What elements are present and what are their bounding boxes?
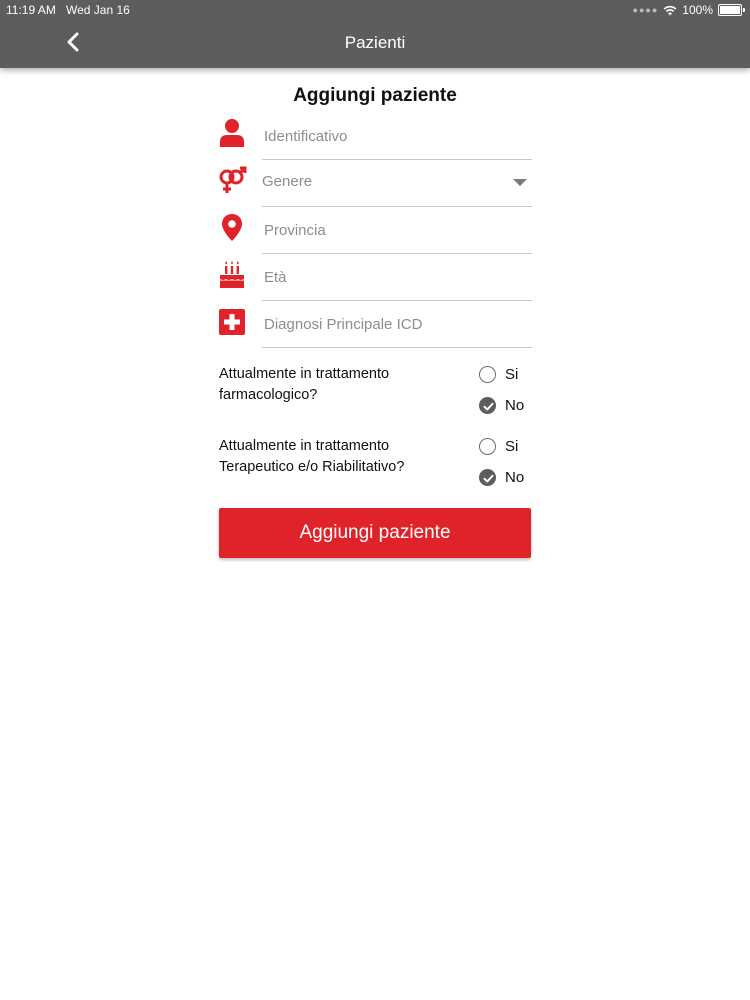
radio-therapeutic-si[interactable]: Si bbox=[479, 435, 518, 457]
gender-select[interactable]: Genere bbox=[262, 161, 532, 207]
add-patient-button[interactable]: Aggiungi paziente bbox=[219, 508, 531, 558]
diagnosis-input-wrap bbox=[262, 302, 532, 348]
gender-select-value: Genere bbox=[262, 173, 313, 190]
cellular-signal-icon: ●●●● bbox=[632, 5, 659, 15]
radio-label: Si bbox=[505, 437, 519, 455]
province-input[interactable] bbox=[262, 218, 526, 242]
navigation-bar: 11:19 AM Wed Jan 16 ●●●● 100% Pazienti bbox=[0, 0, 750, 68]
medical-cross-icon bbox=[219, 309, 245, 335]
radio-unchecked-icon bbox=[479, 365, 496, 383]
location-pin-icon bbox=[222, 214, 242, 241]
radio-label: No bbox=[505, 396, 525, 414]
radio-pharmacological-no[interactable]: No bbox=[479, 394, 524, 416]
status-bar: 11:19 AM Wed Jan 16 ●●●● 100% bbox=[0, 0, 750, 20]
identifier-input[interactable] bbox=[262, 124, 526, 148]
status-date: Wed Jan 16 bbox=[66, 3, 130, 17]
birthday-cake-icon bbox=[220, 261, 244, 288]
radio-label: No bbox=[505, 468, 525, 486]
radio-pharmacological-si[interactable]: Si bbox=[479, 363, 518, 385]
wifi-icon bbox=[663, 5, 677, 15]
gender-field-row: Genere bbox=[218, 161, 532, 207]
caret-down-icon bbox=[513, 179, 527, 186]
radio-checked-icon bbox=[479, 468, 496, 486]
radio-unchecked-icon bbox=[479, 437, 496, 455]
radio-checked-icon bbox=[479, 396, 496, 414]
identifier-field-row bbox=[218, 114, 532, 160]
province-input-wrap bbox=[262, 208, 532, 254]
gender-icon bbox=[219, 166, 247, 193]
battery-icon bbox=[718, 4, 745, 16]
province-field-row bbox=[218, 208, 532, 254]
person-icon bbox=[220, 119, 244, 147]
diagnosis-field-row bbox=[218, 302, 532, 348]
question-therapeutic: Attualmente in trattamento Terapeutico e… bbox=[219, 438, 405, 475]
radio-label: Si bbox=[505, 365, 519, 383]
status-right: ●●●● 100% bbox=[632, 3, 745, 17]
diagnosis-input[interactable] bbox=[262, 312, 526, 336]
page-title: Pazienti bbox=[344, 33, 406, 52]
status-time: 11:19 AM bbox=[6, 3, 56, 17]
age-field-row bbox=[218, 255, 532, 301]
battery-percent: 100% bbox=[682, 3, 713, 17]
age-input[interactable] bbox=[262, 265, 526, 289]
form-title: Aggiungi paziente bbox=[293, 85, 457, 106]
radio-therapeutic-no[interactable]: No bbox=[479, 466, 524, 488]
identifier-input-wrap bbox=[262, 114, 532, 160]
question-pharmacological: Attualmente in trattamento farmacologico… bbox=[219, 366, 390, 403]
age-input-wrap bbox=[262, 255, 532, 301]
